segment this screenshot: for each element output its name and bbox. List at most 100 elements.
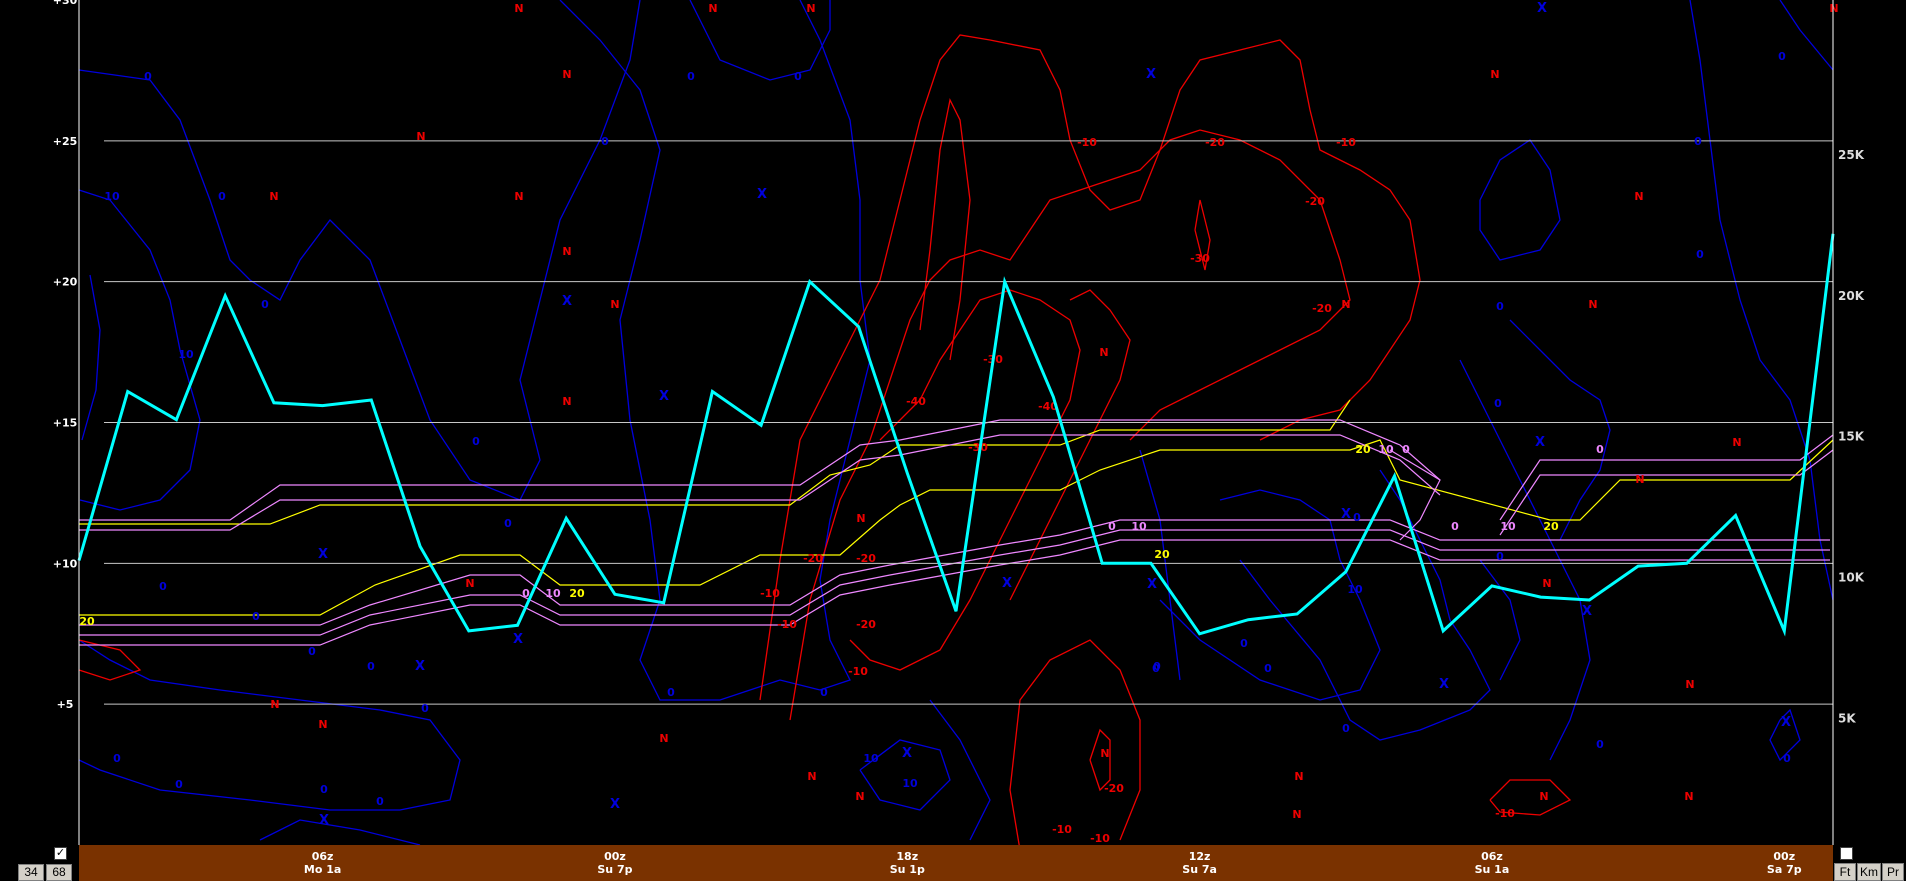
- red-contour-label: -30: [1190, 252, 1210, 265]
- right-tick-label: 5K: [1838, 711, 1856, 725]
- series-point: [224, 295, 226, 297]
- violet-line-label: 0: [1451, 520, 1459, 533]
- value-b-field[interactable]: 68: [46, 864, 72, 881]
- series-point: [1588, 599, 1590, 601]
- blue-contour-label: 0: [376, 795, 384, 808]
- blue-contour-label: 0: [367, 660, 375, 673]
- red-contour-label: -40: [906, 395, 926, 408]
- red-n-marker: N: [1684, 790, 1693, 803]
- unit-km-button[interactable]: Km: [1857, 863, 1881, 881]
- unit-pr-button[interactable]: Pr: [1882, 863, 1904, 881]
- blue-x-marker: X: [318, 547, 328, 562]
- axes: +5+10+15+20+25+305K10K15K20K25K06zMo 1a0…: [53, 0, 1865, 881]
- red-contour-0: [759, 34, 1421, 701]
- blue-contour-label: 0: [601, 135, 609, 148]
- series-point: [1247, 619, 1249, 621]
- series-point: [175, 419, 177, 421]
- blue-contour-label: 0: [1240, 637, 1248, 650]
- blue-contour-label: 0: [1496, 550, 1504, 563]
- red-n-marker: N: [1634, 190, 1643, 203]
- right-tick-label: 15K: [1838, 430, 1865, 444]
- time-label-utc: 06z: [312, 850, 334, 863]
- series-point: [858, 326, 860, 328]
- red-n-marker: N: [465, 577, 474, 590]
- violet-line-4: [79, 434, 1441, 531]
- red-contour-1: [789, 129, 1351, 721]
- series-point: [663, 602, 665, 604]
- blue-contour-label: 0: [261, 298, 269, 311]
- red-contour-label: -20: [803, 552, 823, 565]
- left-tick-label: +30: [53, 0, 78, 7]
- time-label-utc: 12z: [1189, 850, 1211, 863]
- blue-contour-8: [929, 699, 991, 841]
- left-checkbox[interactable]: ✓: [54, 847, 67, 860]
- series-point: [1686, 562, 1688, 564]
- blue-contour-label: 0: [308, 645, 316, 658]
- series-point: [1442, 630, 1444, 632]
- red-n-marker: N: [708, 2, 717, 15]
- series-point: [1491, 585, 1493, 587]
- violet-line-label: 0: [1402, 443, 1410, 456]
- right-checkbox[interactable]: [1840, 847, 1853, 860]
- red-n-marker: N: [1685, 678, 1694, 691]
- blue-x-marker: X: [1439, 677, 1449, 692]
- red-n-marker: N: [1100, 747, 1109, 760]
- blue-x-marker: X: [1781, 715, 1791, 730]
- time-label-utc: 00z: [604, 850, 626, 863]
- blue-x-marker: X: [1537, 1, 1547, 16]
- unit-ft-button[interactable]: Ft: [1834, 863, 1856, 881]
- contour-layer: [78, 0, 1834, 851]
- yellow-line-label: 20: [569, 587, 585, 600]
- series-point: [955, 610, 957, 612]
- red-n-marker: N: [318, 718, 327, 731]
- right-tick-label: 25K: [1838, 148, 1865, 162]
- red-n-marker: N: [562, 395, 571, 408]
- blue-x-marker: X: [659, 389, 669, 404]
- left-tick-label: +25: [53, 135, 78, 148]
- blue-x-marker: X: [610, 797, 620, 812]
- time-label-local: Su 7a: [1182, 863, 1217, 876]
- value-a-field[interactable]: 34: [18, 864, 44, 881]
- series-point: [760, 424, 762, 426]
- blue-x-marker: X: [757, 187, 767, 202]
- blue-contour-18: [1479, 559, 1521, 681]
- series-point: [614, 593, 616, 595]
- series-point: [1345, 571, 1347, 573]
- red-n-marker: N: [1539, 790, 1548, 803]
- blue-x-marker: X: [415, 659, 425, 674]
- cyan-series: [77, 233, 1835, 637]
- blue-contour-label: 0: [820, 686, 828, 699]
- red-contour-label: -10: [848, 665, 868, 678]
- red-n-marker: N: [269, 190, 278, 203]
- time-label-utc: 00z: [1773, 850, 1795, 863]
- time-label-local: Sa 7p: [1767, 863, 1802, 876]
- series-point: [468, 630, 470, 632]
- series-point: [322, 405, 324, 407]
- series-point: [419, 545, 421, 547]
- time-label-local: Su 7p: [597, 863, 632, 876]
- red-contour-label: -10: [1052, 823, 1072, 836]
- series-point: [906, 472, 908, 474]
- red-n-marker: N: [1341, 298, 1350, 311]
- blue-contour-label: 0: [1696, 248, 1704, 261]
- blue-contour-label: 0: [1496, 300, 1504, 313]
- series-point: [1540, 596, 1542, 598]
- violet-line-label: 10: [1500, 520, 1516, 533]
- violet-line-7: [1389, 449, 1441, 541]
- left-tick-label: +10: [53, 557, 78, 570]
- blue-contour-label: 0: [1783, 752, 1791, 765]
- blue-contour-11: [1239, 469, 1491, 741]
- red-n-marker: N: [855, 790, 864, 803]
- series-point: [1004, 281, 1006, 283]
- blue-x-marker: X: [1002, 576, 1012, 591]
- blue-contour-label: 0: [794, 70, 802, 83]
- blue-contour-label: 0: [1494, 397, 1502, 410]
- time-label-local: Su 1p: [890, 863, 925, 876]
- blue-x-marker: X: [902, 746, 912, 761]
- red-contour-label: -10: [1495, 807, 1515, 820]
- violet-line-label: 10: [1378, 443, 1394, 456]
- left-tick-label: +15: [53, 417, 78, 430]
- blue-contour-label: 0: [175, 778, 183, 791]
- blue-contour-label: 0: [421, 702, 429, 715]
- red-contour-label: -10: [760, 587, 780, 600]
